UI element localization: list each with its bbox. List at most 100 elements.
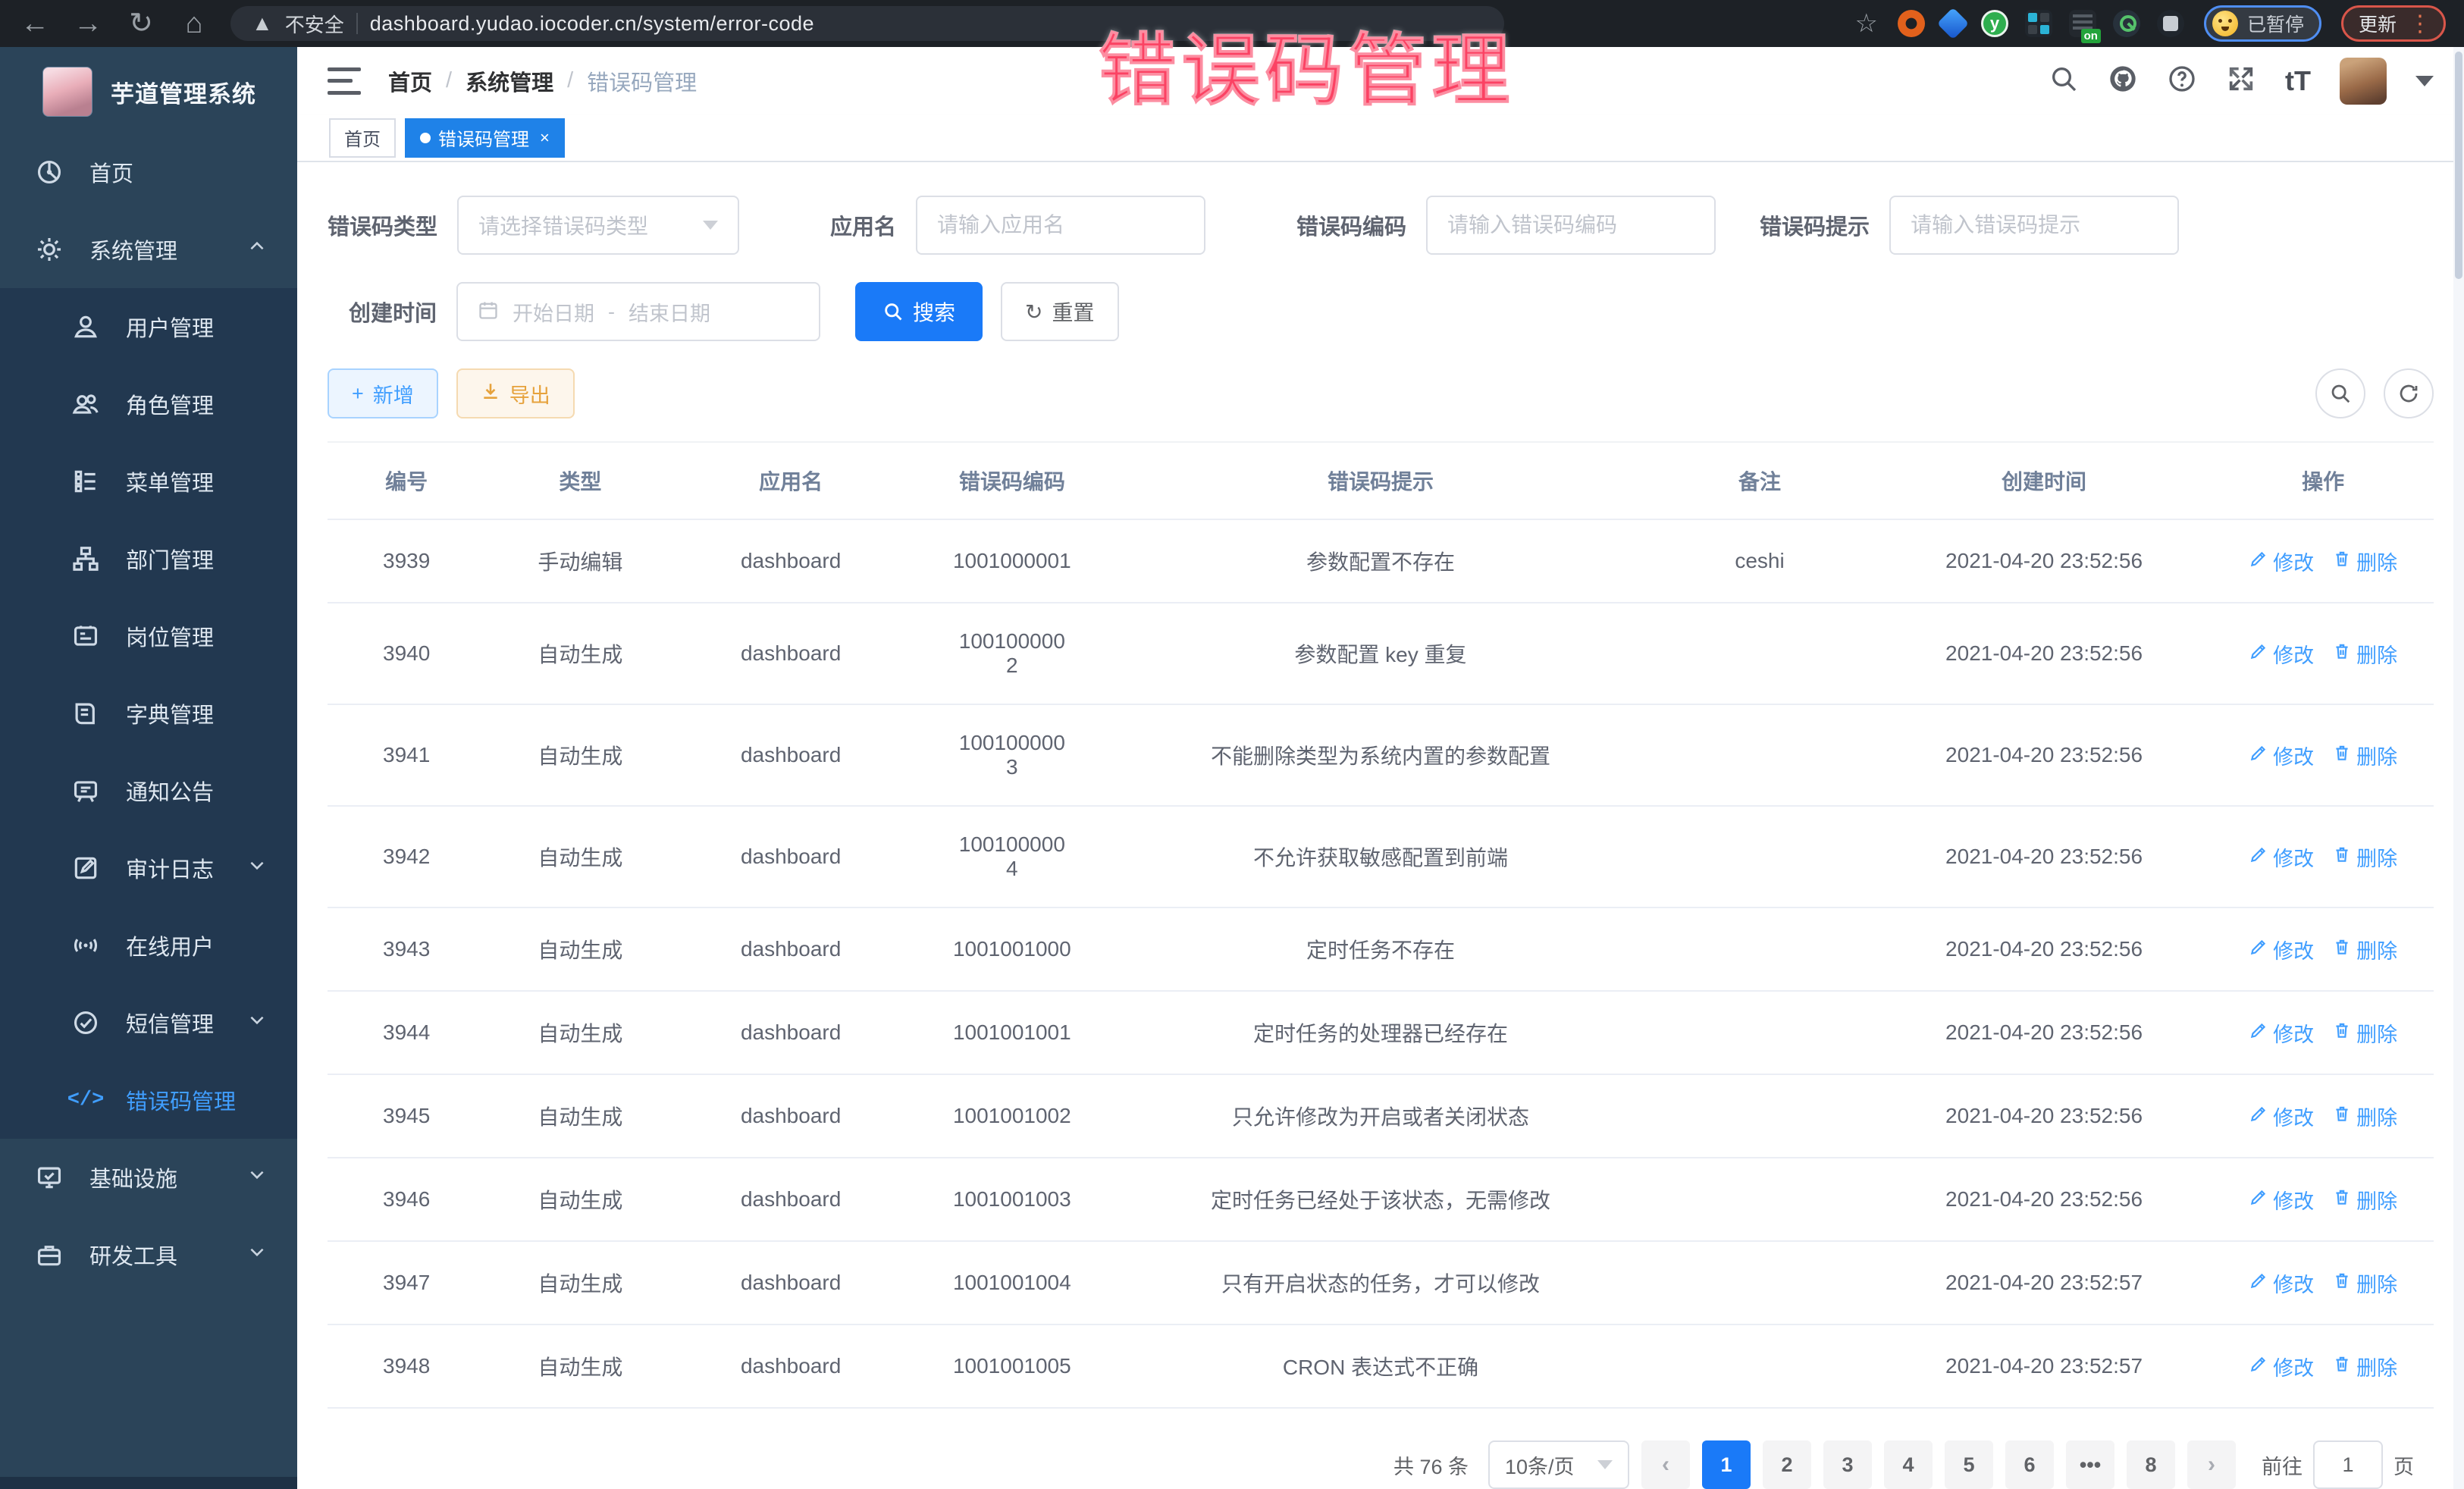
delete-link[interactable]: 删除 xyxy=(2332,1185,2397,1215)
sidebar-item-sms[interactable]: 短信管理 xyxy=(0,984,297,1061)
page-button-5[interactable]: 5 xyxy=(1945,1440,1993,1489)
date-range-picker[interactable]: 开始日期 - 结束日期 xyxy=(456,282,820,341)
breadcrumb-system[interactable]: 系统管理 xyxy=(466,65,553,97)
edit-link[interactable]: 修改 xyxy=(2249,1268,2314,1298)
delete-link[interactable]: 删除 xyxy=(2332,1352,2397,1381)
next-page-button[interactable]: › xyxy=(2187,1440,2236,1489)
github-icon[interactable] xyxy=(2108,64,2138,98)
help-icon[interactable] xyxy=(2167,64,2197,98)
sidebar-item-post[interactable]: 岗位管理 xyxy=(0,597,297,675)
edit-link[interactable]: 修改 xyxy=(2249,547,2314,576)
page-size-select[interactable]: 10条/页 xyxy=(1488,1440,1629,1489)
bookmark-star-icon[interactable]: ☆ xyxy=(1854,8,1877,39)
extension-icon-gem[interactable] xyxy=(1937,8,1969,39)
window-scrollbar[interactable] xyxy=(2453,47,2464,1489)
gear-icon xyxy=(33,234,65,265)
edit-link[interactable]: 修改 xyxy=(2249,741,2314,770)
add-button[interactable]: + 新增 xyxy=(328,368,438,418)
url-divider xyxy=(356,13,358,34)
delete-link[interactable]: 删除 xyxy=(2332,639,2397,669)
page-button-1[interactable]: 1 xyxy=(1702,1440,1751,1489)
page-unit-label: 页 xyxy=(2393,1450,2414,1480)
error-code-input[interactable] xyxy=(1447,213,1694,237)
close-tab-icon[interactable]: × xyxy=(540,128,550,148)
table-row: 3946自动生成dashboard1001001003定时任务已经处于该状态，无… xyxy=(328,1158,2434,1241)
sidebar-item-dict[interactable]: 字典管理 xyxy=(0,675,297,752)
chevron-up-icon xyxy=(247,237,267,262)
user-menu-caret-icon[interactable] xyxy=(2415,76,2434,86)
breadcrumb-home[interactable]: 首页 xyxy=(388,65,432,97)
scrollbar-thumb[interactable] xyxy=(2455,52,2462,279)
tab-home[interactable]: 首页 xyxy=(329,118,396,158)
search-icon[interactable] xyxy=(2049,64,2079,98)
reload-icon[interactable]: ↻ xyxy=(124,9,158,38)
font-size-icon[interactable]: tT xyxy=(2285,65,2311,97)
edit-link[interactable]: 修改 xyxy=(2249,935,2314,964)
sidebar-item-user[interactable]: 用户管理 xyxy=(0,288,297,365)
sidebar-item-menu[interactable]: 菜单管理 xyxy=(0,443,297,520)
browser-menu-icon[interactable]: ⋮ xyxy=(2409,18,2431,30)
delete-link[interactable]: 删除 xyxy=(2332,842,2397,872)
sidebar-item-devtools[interactable]: 研发工具 xyxy=(0,1216,297,1293)
extension-icon-switch[interactable] xyxy=(2069,10,2096,37)
user-avatar[interactable] xyxy=(2340,58,2387,105)
back-icon[interactable]: ← xyxy=(18,9,52,38)
edit-link[interactable]: 修改 xyxy=(2249,1185,2314,1215)
edit-link[interactable]: 修改 xyxy=(2249,1018,2314,1048)
home-icon[interactable]: ⌂ xyxy=(177,9,211,38)
page-button-8[interactable]: 8 xyxy=(2127,1440,2175,1489)
trash-icon xyxy=(2332,549,2352,574)
page-button-3[interactable]: 3 xyxy=(1823,1440,1872,1489)
sidebar-item-home[interactable]: 首页 xyxy=(0,133,297,211)
extension-icon-grid[interactable] xyxy=(2025,10,2052,37)
edit-link[interactable]: 修改 xyxy=(2249,639,2314,669)
error-hint-input[interactable] xyxy=(1911,213,2158,237)
prev-page-button[interactable]: ‹ xyxy=(1641,1440,1690,1489)
cell-id: 3939 xyxy=(328,519,485,603)
cell-message: 定时任务的处理器已经存在 xyxy=(1118,991,1644,1074)
browser-update-button[interactable]: 更新 ⋮ xyxy=(2341,5,2446,42)
delete-link[interactable]: 删除 xyxy=(2332,547,2397,576)
app-name-input[interactable] xyxy=(937,213,1184,237)
refresh-table-button[interactable] xyxy=(2384,368,2434,418)
page-button-4[interactable]: 4 xyxy=(1884,1440,1933,1489)
extension-icon-orange[interactable] xyxy=(1898,10,1925,37)
sidebar-item-online-user[interactable]: 在线用户 xyxy=(0,907,297,984)
sidebar-logo-row[interactable]: 芋道管理系统 xyxy=(0,47,297,133)
edit-link[interactable]: 修改 xyxy=(2249,1352,2314,1381)
cell-message: 参数配置不存在 xyxy=(1118,519,1644,603)
extension-icon-key[interactable] xyxy=(2113,10,2140,37)
search-button[interactable]: 搜索 xyxy=(855,282,983,341)
sidebar-item-audit-log[interactable]: 审计日志 xyxy=(0,829,297,907)
delete-link[interactable]: 删除 xyxy=(2332,741,2397,770)
sidebar-item-dept[interactable]: 部门管理 xyxy=(0,520,297,597)
sidebar-item-notice[interactable]: 通知公告 xyxy=(0,752,297,829)
sidebar-item-infra[interactable]: 基础设施 xyxy=(0,1139,297,1216)
forward-icon[interactable]: → xyxy=(71,9,105,38)
page-button-2[interactable]: 2 xyxy=(1763,1440,1811,1489)
collapse-menu-icon[interactable] xyxy=(328,67,361,95)
extension-icon-green[interactable]: y xyxy=(1981,10,2008,37)
browser-profile-chip[interactable]: 已暂停 xyxy=(2204,5,2321,42)
delete-link[interactable]: 删除 xyxy=(2332,935,2397,964)
delete-link[interactable]: 删除 xyxy=(2332,1268,2397,1298)
extensions-puzzle-icon[interactable] xyxy=(2157,10,2184,37)
address-bar[interactable]: ▲ 不安全 dashboard.yudao.iocoder.cn/system/… xyxy=(230,6,1504,41)
sidebar-item-error-code[interactable]: </>错误码管理 xyxy=(0,1061,297,1139)
export-button[interactable]: 导出 xyxy=(456,368,575,418)
sidebar-submenu-system: 用户管理角色管理菜单管理部门管理岗位管理字典管理通知公告审计日志在线用户短信管理… xyxy=(0,288,297,1139)
reset-button[interactable]: ↻ 重置 xyxy=(1001,282,1118,341)
page-button-6[interactable]: 6 xyxy=(2005,1440,2054,1489)
tab-error-code[interactable]: 错误码管理 × xyxy=(405,118,565,158)
sidebar-item-system[interactable]: 系统管理 xyxy=(0,211,297,288)
toggle-search-button[interactable] xyxy=(2315,368,2365,418)
delete-link[interactable]: 删除 xyxy=(2332,1102,2397,1131)
sidebar-item-role[interactable]: 角色管理 xyxy=(0,365,297,443)
goto-page-input[interactable] xyxy=(2313,1440,2383,1489)
edit-link[interactable]: 修改 xyxy=(2249,842,2314,872)
delete-link[interactable]: 删除 xyxy=(2332,1018,2397,1048)
more-pages-button[interactable]: ••• xyxy=(2066,1440,2114,1489)
error-type-select[interactable]: 请选择错误码类型 xyxy=(457,196,739,255)
fullscreen-icon[interactable] xyxy=(2226,64,2256,98)
edit-link[interactable]: 修改 xyxy=(2249,1102,2314,1131)
